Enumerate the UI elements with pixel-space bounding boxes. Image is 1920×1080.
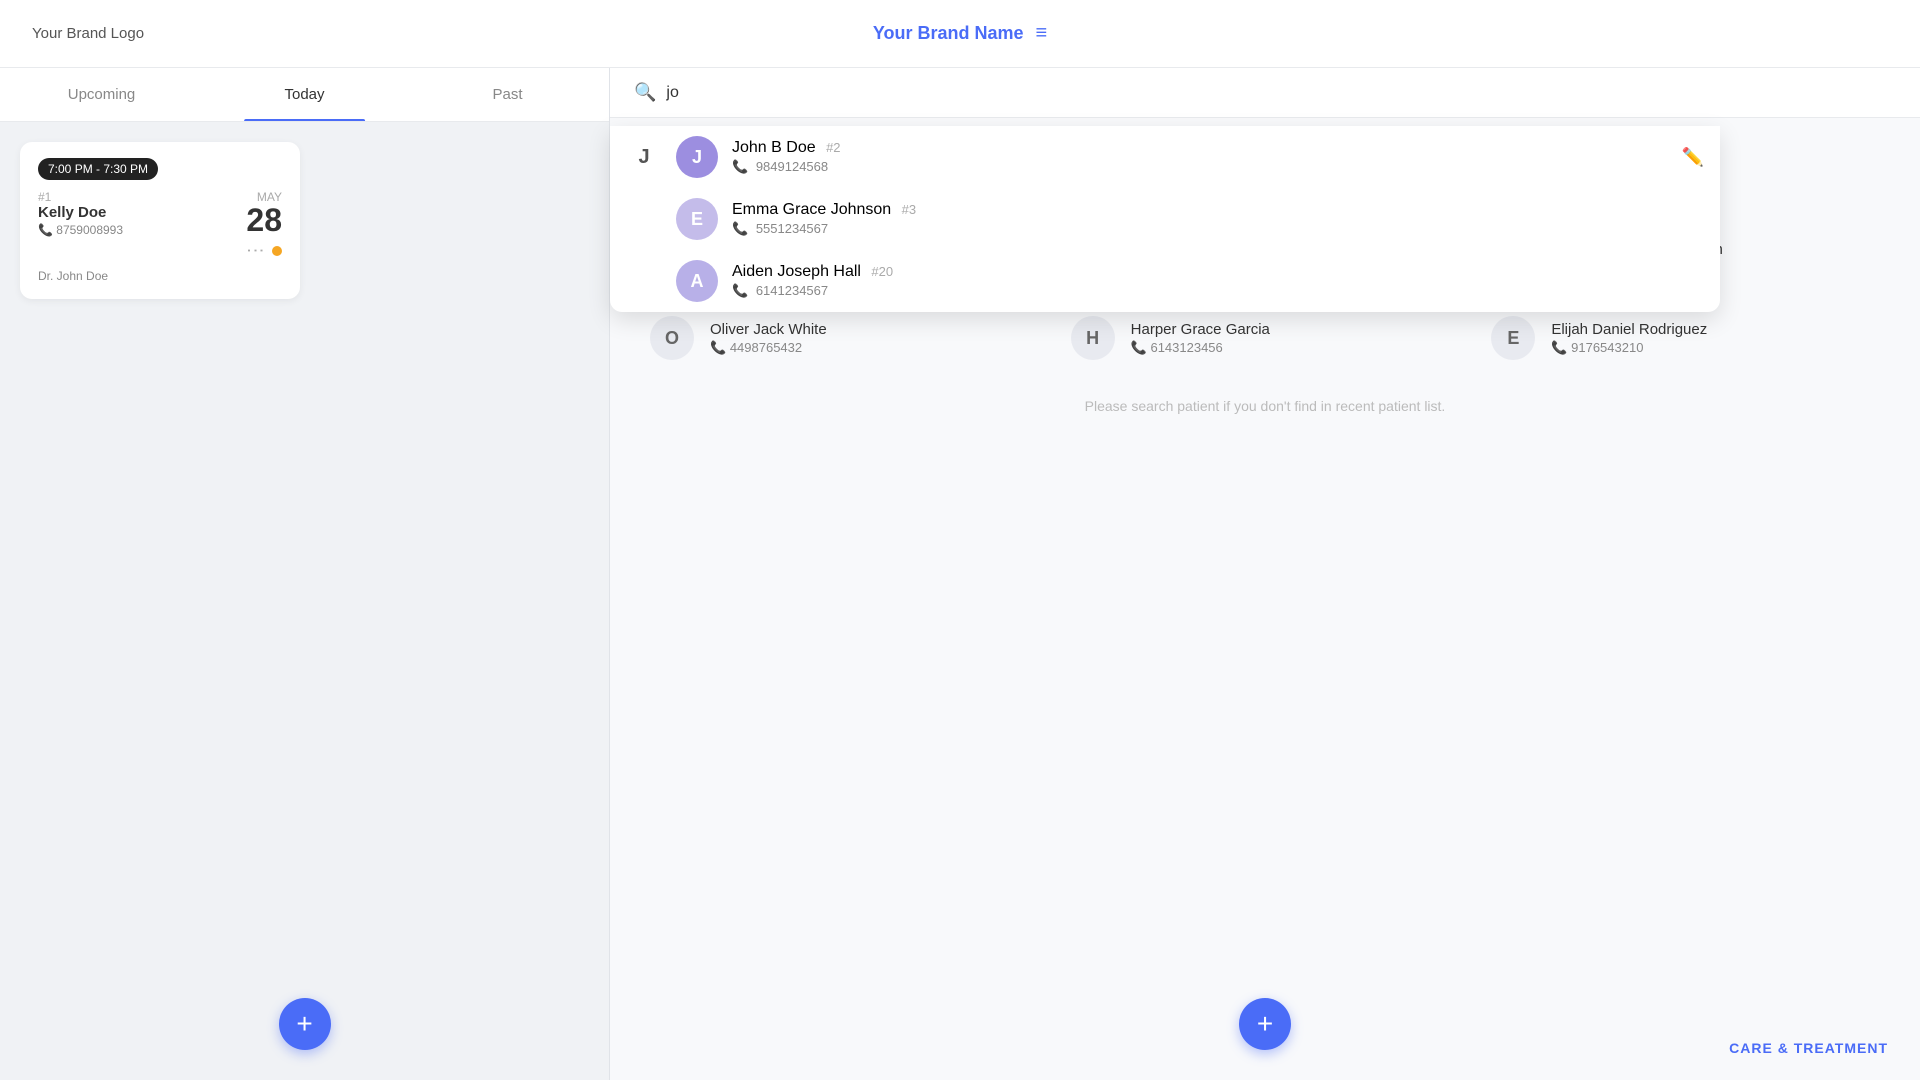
search-bar: 🔍 (610, 68, 1920, 118)
main-layout: Upcoming Today Past 7:00 PM - 7:30 PM #1… (0, 68, 1920, 1080)
brand-logo: Your Brand Logo (32, 25, 232, 42)
three-dots-icon[interactable]: ⋮ (245, 242, 266, 260)
tab-past[interactable]: Past (406, 68, 609, 121)
care-treatment-label: CARE & TREATMENT (1729, 1040, 1888, 1056)
brand-name: Your Brand Name (873, 23, 1024, 44)
patient-info-emma: Emma Grace Johnson #3 📞 5551234567 (732, 201, 1704, 237)
patient-name-aiden: Aiden Joseph Hall #20 (732, 263, 1704, 281)
phone-icon-emma: 📞 (732, 221, 748, 236)
phone-icon-harper: 📞 (1131, 340, 1151, 355)
phone-icon-aiden: 📞 (732, 283, 748, 298)
appt-left: #1 Kelly Doe 📞 8759008993 (38, 190, 246, 237)
cell-info-elijah: Elijah Daniel Rodriguez 📞 9176543210 (1551, 321, 1880, 356)
appt-day: 28 (246, 204, 282, 236)
tabs: Upcoming Today Past (0, 68, 609, 122)
dropdown-item-john[interactable]: J J John B Doe #2 📞 9849124568 ✏️ (610, 126, 1720, 188)
appt-name: Kelly Doe (38, 204, 246, 221)
dropdown-item-aiden[interactable]: A Aiden Joseph Hall #20 📞 6141234567 (610, 250, 1720, 312)
patient-info-aiden: Aiden Joseph Hall #20 📞 6141234567 (732, 263, 1704, 299)
right-fab-button[interactable]: + (1239, 998, 1291, 1050)
patient-name-john: John B Doe #2 (732, 139, 1668, 157)
time-badge: 7:00 PM - 7:30 PM (38, 158, 158, 180)
brand-name-area: Your Brand Name ≡ (232, 22, 1688, 45)
avatar-john: J (676, 136, 718, 178)
tab-upcoming[interactable]: Upcoming (0, 68, 203, 121)
phone-icon-john: 📞 (732, 159, 748, 174)
header: Your Brand Logo Your Brand Name ≡ (0, 0, 1920, 68)
appt-top: #1 Kelly Doe 📞 8759008993 May 28 ⋮ (38, 190, 282, 261)
appt-number: #1 (38, 190, 246, 204)
cell-info-oliver: Oliver Jack White 📞 4498765432 (710, 321, 1039, 356)
appt-doctor: Dr. John Doe (38, 269, 282, 283)
patient-phone-emma: 📞 5551234567 (732, 221, 1704, 237)
avatar-emma: E (676, 198, 718, 240)
phone-icon-elijah: 📞 (1551, 340, 1571, 355)
section-letter-j: J (626, 146, 662, 169)
left-fab-button[interactable]: + (279, 998, 331, 1050)
cell-info-harper: Harper Grace Garcia 📞 6143123456 (1131, 321, 1460, 356)
left-panel: Upcoming Today Past 7:00 PM - 7:30 PM #1… (0, 68, 610, 1080)
edit-icon[interactable]: ✏️ (1682, 147, 1704, 168)
avatar-harper: H (1071, 316, 1115, 360)
appt-right: May 28 ⋮ (246, 190, 282, 261)
phone-icon-oliver: 📞 (710, 340, 730, 355)
avatar-aiden: A (676, 260, 718, 302)
left-content: 7:00 PM - 7:30 PM #1 Kelly Doe 📞 8759008… (0, 122, 609, 1080)
phone-icon: 📞 (38, 223, 56, 237)
status-dot (272, 246, 282, 256)
appt-phone: 📞 8759008993 (38, 223, 246, 237)
patient-phone-aiden: 📞 6141234567 (732, 283, 1704, 299)
appt-actions: ⋮ (246, 240, 282, 261)
avatar-elijah: E (1491, 316, 1535, 360)
search-icon: 🔍 (634, 82, 656, 103)
appointment-card[interactable]: 7:00 PM - 7:30 PM #1 Kelly Doe 📞 8759008… (20, 142, 300, 299)
search-input[interactable] (666, 84, 1896, 102)
hamburger-icon[interactable]: ≡ (1036, 22, 1048, 45)
patient-info-john: John B Doe #2 📞 9849124568 (732, 139, 1668, 175)
avatar-oliver: O (650, 316, 694, 360)
right-panel: 🔍 J J John B Doe #2 📞 9849124568 ✏ (610, 68, 1920, 1080)
dropdown-item-emma[interactable]: E Emma Grace Johnson #3 📞 5551234567 (610, 188, 1720, 250)
tab-today[interactable]: Today (203, 68, 406, 121)
search-dropdown: J J John B Doe #2 📞 9849124568 ✏️ E (610, 126, 1720, 312)
patient-name-emma: Emma Grace Johnson #3 (732, 201, 1704, 219)
right-fab-area: + CARE & TREATMENT (610, 1040, 1920, 1080)
search-hint: Please search patient if you don't find … (634, 378, 1896, 434)
patient-phone-john: 📞 9849124568 (732, 159, 1668, 175)
